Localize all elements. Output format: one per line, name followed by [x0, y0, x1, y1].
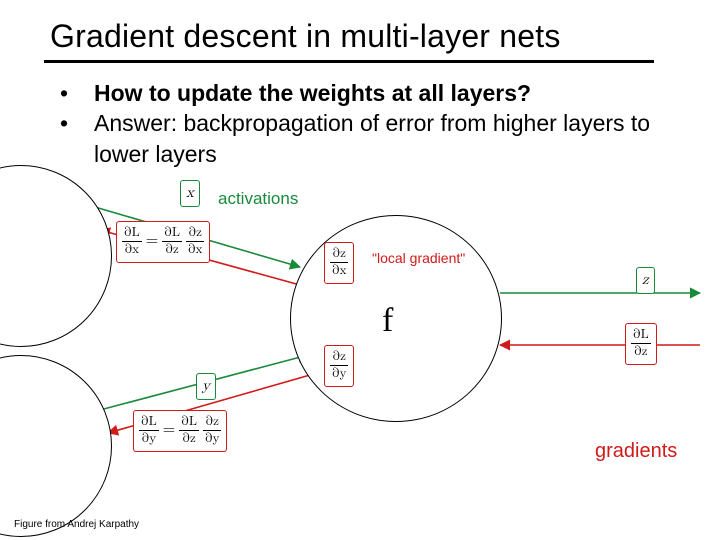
local-grad-dzdx: ∂z ∂x — [324, 242, 354, 284]
chain-rule-y: ∂L ∂y = ∂L ∂z ∂z ∂y — [133, 410, 227, 452]
den: ∂x — [186, 241, 204, 258]
local-grad-dzdy: ∂z ∂y — [324, 345, 354, 387]
num: ∂L — [139, 414, 159, 430]
bullet-dot: • — [60, 108, 94, 169]
num: ∂z — [330, 349, 348, 365]
den: ∂y — [203, 430, 221, 447]
slide-title: Gradient descent in multi-layer nets — [50, 18, 561, 55]
num: ∂z — [330, 246, 348, 262]
chain-rule-x: ∂L ∂x = ∂L ∂z ∂z ∂x — [116, 221, 210, 263]
figure-credit: Figure from Andrej Karpathy — [14, 519, 139, 530]
gradients-label: gradients — [595, 440, 677, 463]
title-underline — [44, 60, 654, 63]
den: ∂z — [631, 343, 651, 360]
incoming-grad-dLdz: ∂L ∂z — [625, 323, 657, 365]
var-x: x — [186, 185, 194, 200]
slide: Gradient descent in multi-layer nets • H… — [0, 0, 720, 540]
den: ∂y — [330, 365, 348, 382]
num: ∂L — [162, 225, 182, 241]
num: ∂z — [203, 414, 221, 430]
bullet-text: Answer: backpropagation of error from hi… — [94, 108, 660, 169]
var-y: y — [202, 378, 210, 393]
eq-sign: = — [163, 421, 175, 440]
eq-sign: = — [146, 232, 158, 251]
bullet-item: • Answer: backpropagation of error from … — [60, 108, 660, 169]
bullet-item: • How to update the weights at all layer… — [60, 78, 660, 108]
num: ∂L — [179, 414, 199, 430]
var-z-box: z — [636, 267, 655, 294]
den: ∂x — [122, 241, 142, 258]
upstream-node-top — [0, 165, 112, 347]
bullet-text: How to update the weights at all layers? — [94, 78, 660, 108]
num: ∂z — [186, 225, 204, 241]
den: ∂z — [162, 241, 182, 258]
upstream-node-bottom — [0, 355, 112, 537]
bullet-list: • How to update the weights at all layer… — [60, 78, 660, 169]
var-x-box: x — [180, 180, 200, 207]
bullet-dot: • — [60, 78, 94, 108]
var-y-box: y — [196, 373, 216, 400]
function-node — [290, 215, 502, 422]
num: ∂L — [122, 225, 142, 241]
local-gradient-label: "local gradient" — [372, 250, 465, 266]
var-z: z — [642, 272, 649, 287]
backprop-diagram: f activations "local gradient" gradients… — [0, 185, 720, 500]
den: ∂y — [139, 430, 159, 447]
den: ∂x — [330, 262, 348, 279]
activations-label: activations — [218, 189, 298, 209]
num: ∂L — [631, 327, 651, 343]
den: ∂z — [179, 430, 199, 447]
function-label: f — [382, 302, 393, 340]
